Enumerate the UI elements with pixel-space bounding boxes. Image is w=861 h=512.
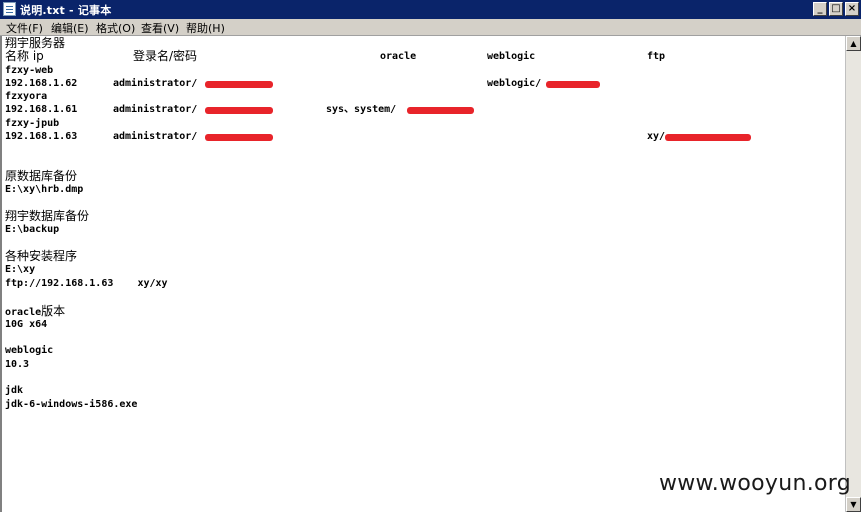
oracle-version: 10G x64 (5, 319, 48, 330)
server3-ip: 192.168.1.63 (5, 131, 78, 142)
redaction-mark (205, 81, 273, 88)
menu-bar: 文件(F) 编辑(E) 格式(O) 查看(V) 帮助(H) (0, 19, 861, 36)
server2-ip: 192.168.1.61 (5, 104, 78, 115)
server1-ip: 192.168.1.62 (5, 78, 78, 89)
redaction-mark (205, 107, 273, 114)
menu-file[interactable]: 文件(F) (6, 20, 43, 36)
installers-path: E:\xy (5, 264, 36, 275)
server1-name: fzxy-web (5, 65, 54, 76)
xy-backup-path: E:\backup (5, 224, 60, 235)
menu-edit[interactable]: 编辑(E) (51, 20, 89, 36)
jdk-heading: jdk (5, 385, 24, 396)
server1-login: administrator/ (113, 78, 198, 89)
close-button[interactable]: × (845, 2, 859, 16)
menu-view[interactable]: 查看(V) (141, 20, 179, 36)
redaction-mark (665, 134, 751, 141)
servers-heading: 翔宇服务器 (5, 36, 66, 50)
menu-format[interactable]: 格式(O) (96, 20, 135, 36)
text-editor-area[interactable]: 翔宇服务器 名称 ip 登录名/密码 oracle weblogic ftp f… (0, 36, 845, 512)
header-name-ip: 名称 ip (5, 49, 44, 63)
redaction-mark (205, 134, 273, 141)
oracle-version-heading: oracle版本 (5, 304, 66, 318)
xy-backup-heading: 翔宇数据库备份 (5, 209, 90, 223)
header-weblogic: weblogic (487, 51, 536, 62)
redaction-mark (407, 107, 474, 114)
jdk-file: jdk-6-windows-i586.exe (5, 399, 138, 410)
server2-oracle: sys、system/ (326, 104, 397, 115)
original-backup-heading: 原数据库备份 (5, 169, 78, 183)
header-ftp: ftp (647, 51, 666, 62)
server2-login: administrator/ (113, 104, 198, 115)
redaction-mark (546, 81, 600, 88)
scroll-up-button[interactable]: ▲ (846, 36, 861, 51)
watermark-text: www.wooyun.org (658, 471, 851, 496)
vertical-scrollbar[interactable]: ▲ ▼ (845, 36, 861, 512)
server1-weblogic: weblogic/ (487, 78, 542, 89)
title-bar[interactable]: 说明.txt - 记事本 _ □ × (0, 0, 861, 19)
installers-ftp: ftp://192.168.1.63 xy/xy (5, 278, 168, 289)
notepad-icon (3, 2, 16, 16)
server3-ftp: xy/ (647, 131, 666, 142)
weblogic-version: 10.3 (5, 359, 30, 370)
server3-name: fzxy-jpub (5, 118, 60, 129)
maximize-button[interactable]: □ (829, 2, 843, 16)
minimize-button[interactable]: _ (813, 2, 827, 16)
installers-heading: 各种安装程序 (5, 249, 78, 263)
server3-login: administrator/ (113, 131, 198, 142)
header-oracle: oracle (380, 51, 417, 62)
server2-name: fzxyora (5, 91, 48, 102)
window-title: 说明.txt - 记事本 (20, 4, 112, 17)
header-login: 登录名/密码 (133, 49, 198, 63)
scroll-down-button[interactable]: ▼ (846, 497, 861, 512)
menu-help[interactable]: 帮助(H) (186, 20, 225, 36)
original-backup-path: E:\xy\hrb.dmp (5, 184, 84, 195)
weblogic-heading: weblogic (5, 345, 54, 356)
